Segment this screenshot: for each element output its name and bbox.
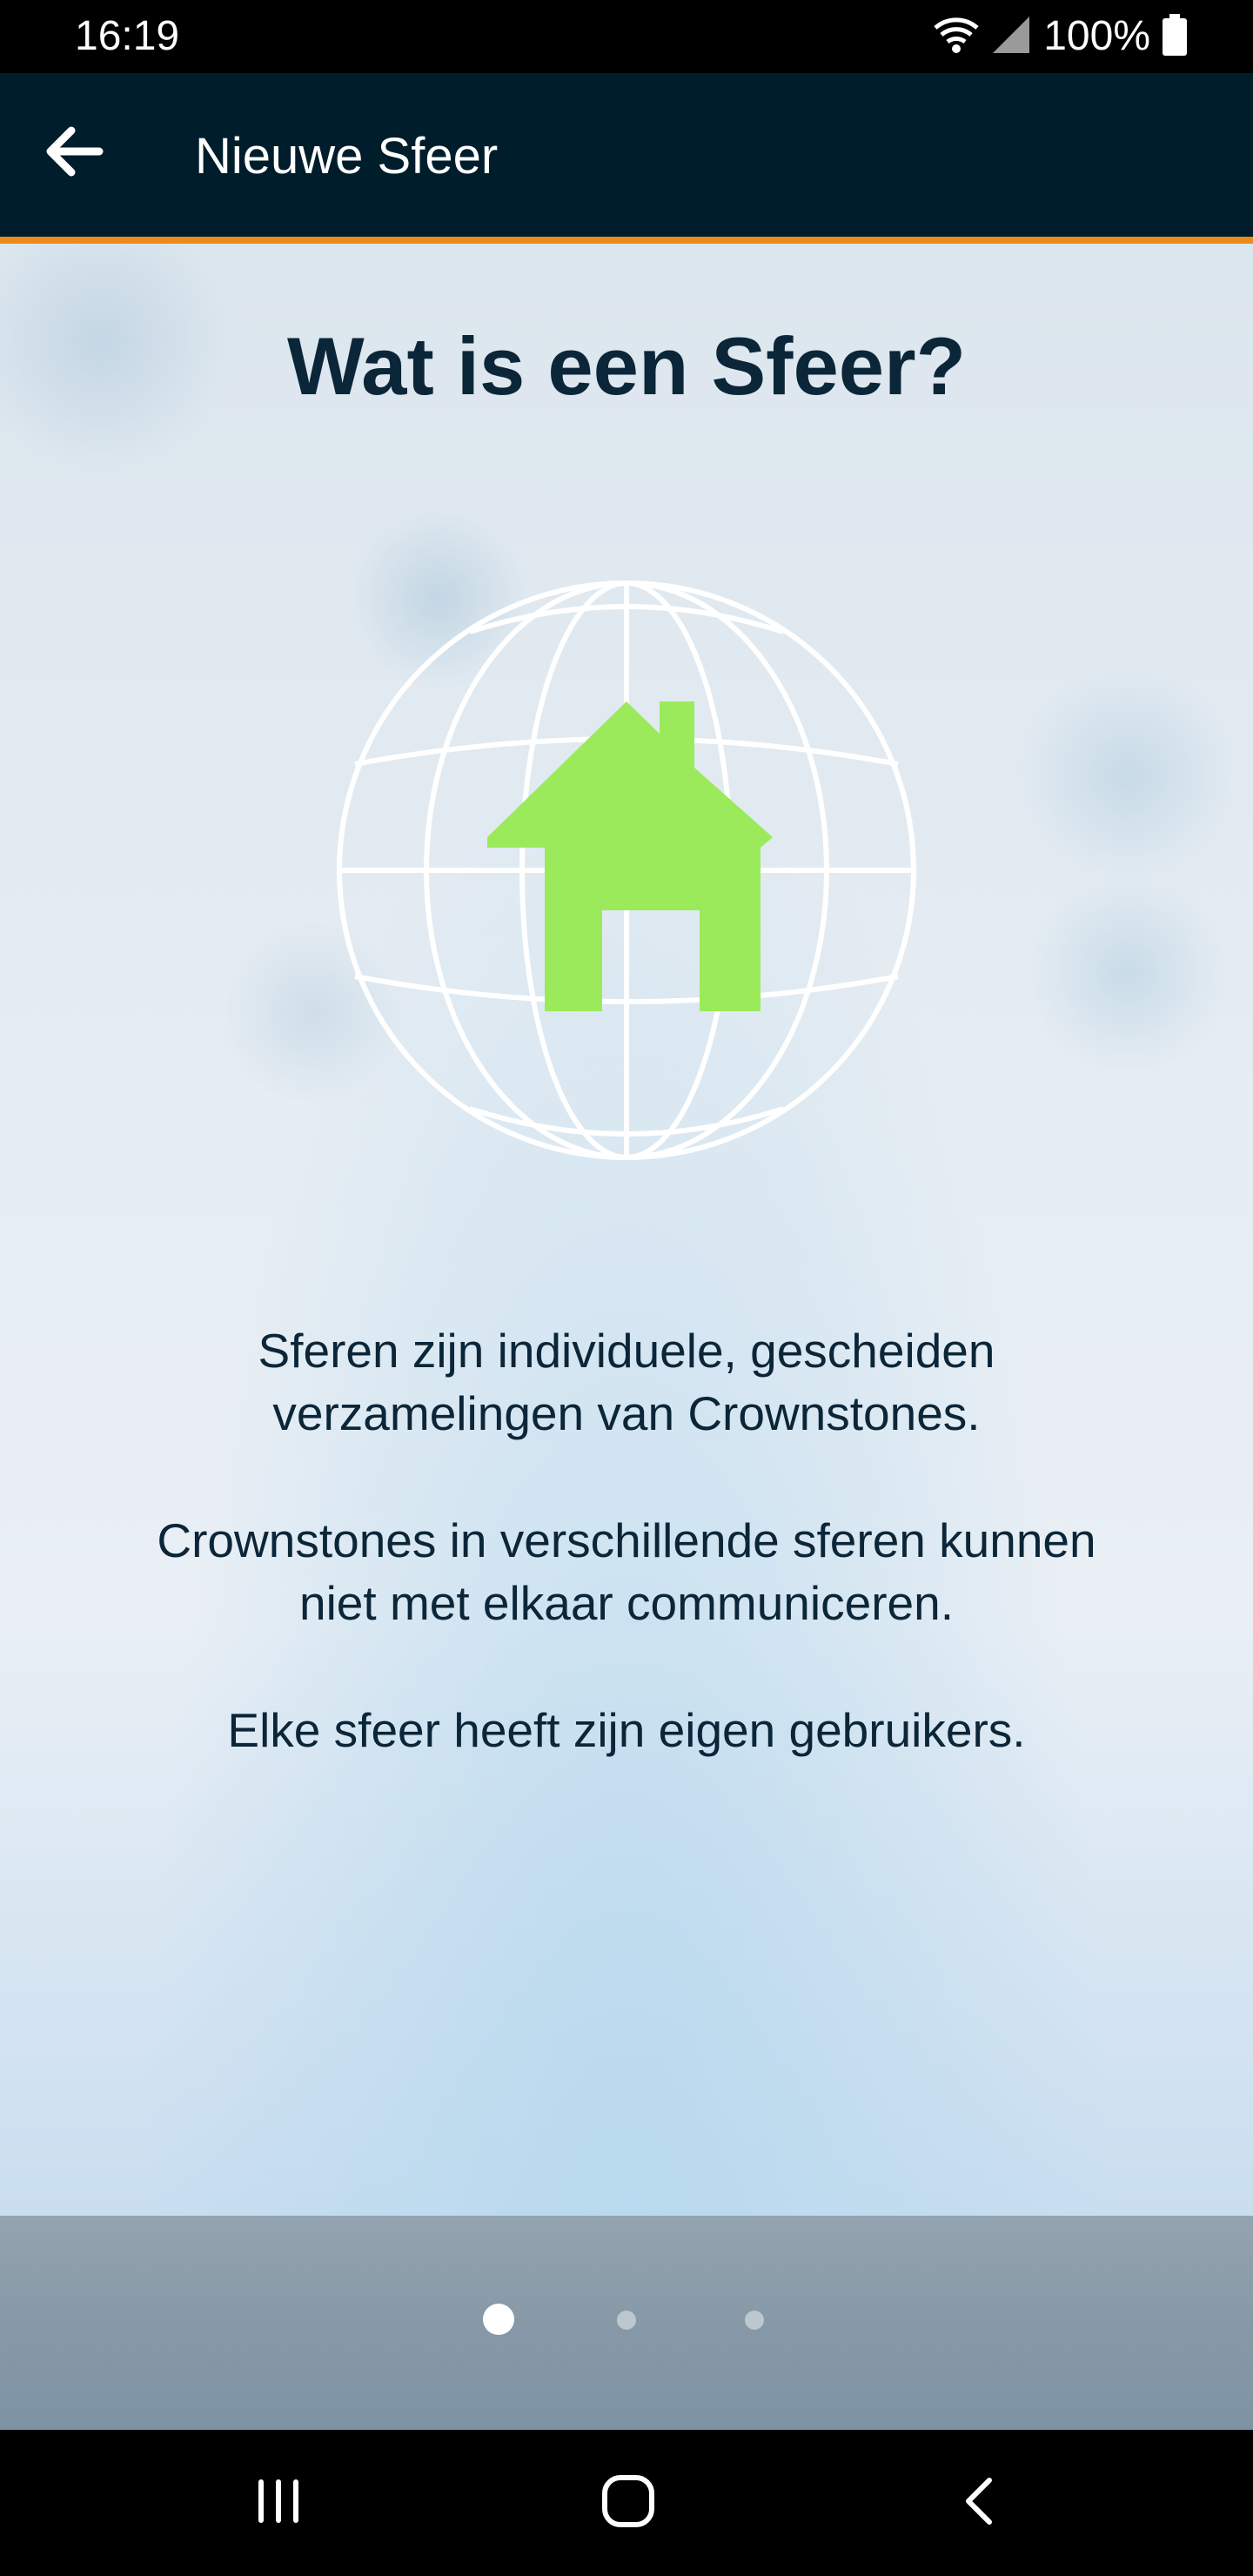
paragraph-2-line-1: Crownstones in verschillende sferen kunn…: [157, 1513, 1096, 1567]
system-back-button[interactable]: [935, 2459, 1022, 2546]
battery-percentage: 100%: [1043, 13, 1150, 59]
content-area: Wat is een Sfeer? Sferen zijn individuel…: [0, 244, 1253, 2216]
paragraph-3-line-1: Elke sfeer heeft zijn eigen gebruikers.: [227, 1703, 1026, 1757]
app-bar: Nieuwe Sfeer: [0, 73, 1253, 244]
status-icons: 100%: [934, 12, 1187, 61]
home-icon: [600, 2473, 656, 2533]
recent-apps-button[interactable]: [235, 2459, 322, 2546]
paragraph-1-line-2: verzamelingen van Crownstones.: [272, 1386, 981, 1440]
system-nav-bar: [0, 2430, 1253, 2576]
page-indicator-2[interactable]: [617, 2311, 636, 2330]
page-indicator-1[interactable]: [483, 2304, 514, 2335]
pager-bar: [0, 2216, 1253, 2430]
home-button[interactable]: [585, 2459, 672, 2546]
paragraph-1-line-1: Sferen zijn individuele, gescheiden: [258, 1324, 995, 1378]
signal-icon: [991, 15, 1031, 59]
paragraph-2: Crownstones in verschillende sferen kunn…: [52, 1509, 1201, 1634]
recent-apps-icon: [252, 2479, 305, 2528]
back-icon: [960, 2475, 998, 2532]
description: Sferen zijn individuele, gescheiden verz…: [52, 1319, 1201, 1826]
arrow-left-icon: [42, 124, 104, 184]
globe-house-icon: [331, 574, 922, 1166]
paragraph-2-line-2: niet met elkaar communiceren.: [299, 1576, 954, 1630]
heading: Wat is een Sfeer?: [286, 320, 967, 412]
wifi-icon: [934, 16, 979, 58]
status-bar: 16:19 100%: [0, 0, 1253, 73]
paragraph-3: Elke sfeer heeft zijn eigen gebruikers.: [52, 1699, 1201, 1761]
paragraph-1: Sferen zijn individuele, gescheiden verz…: [52, 1319, 1201, 1445]
battery-icon: [1163, 13, 1187, 60]
page-title: Nieuwe Sfeer: [195, 128, 499, 184]
page-indicator-3[interactable]: [745, 2311, 764, 2330]
status-time: 16:19: [75, 13, 180, 59]
back-button[interactable]: [30, 110, 117, 197]
